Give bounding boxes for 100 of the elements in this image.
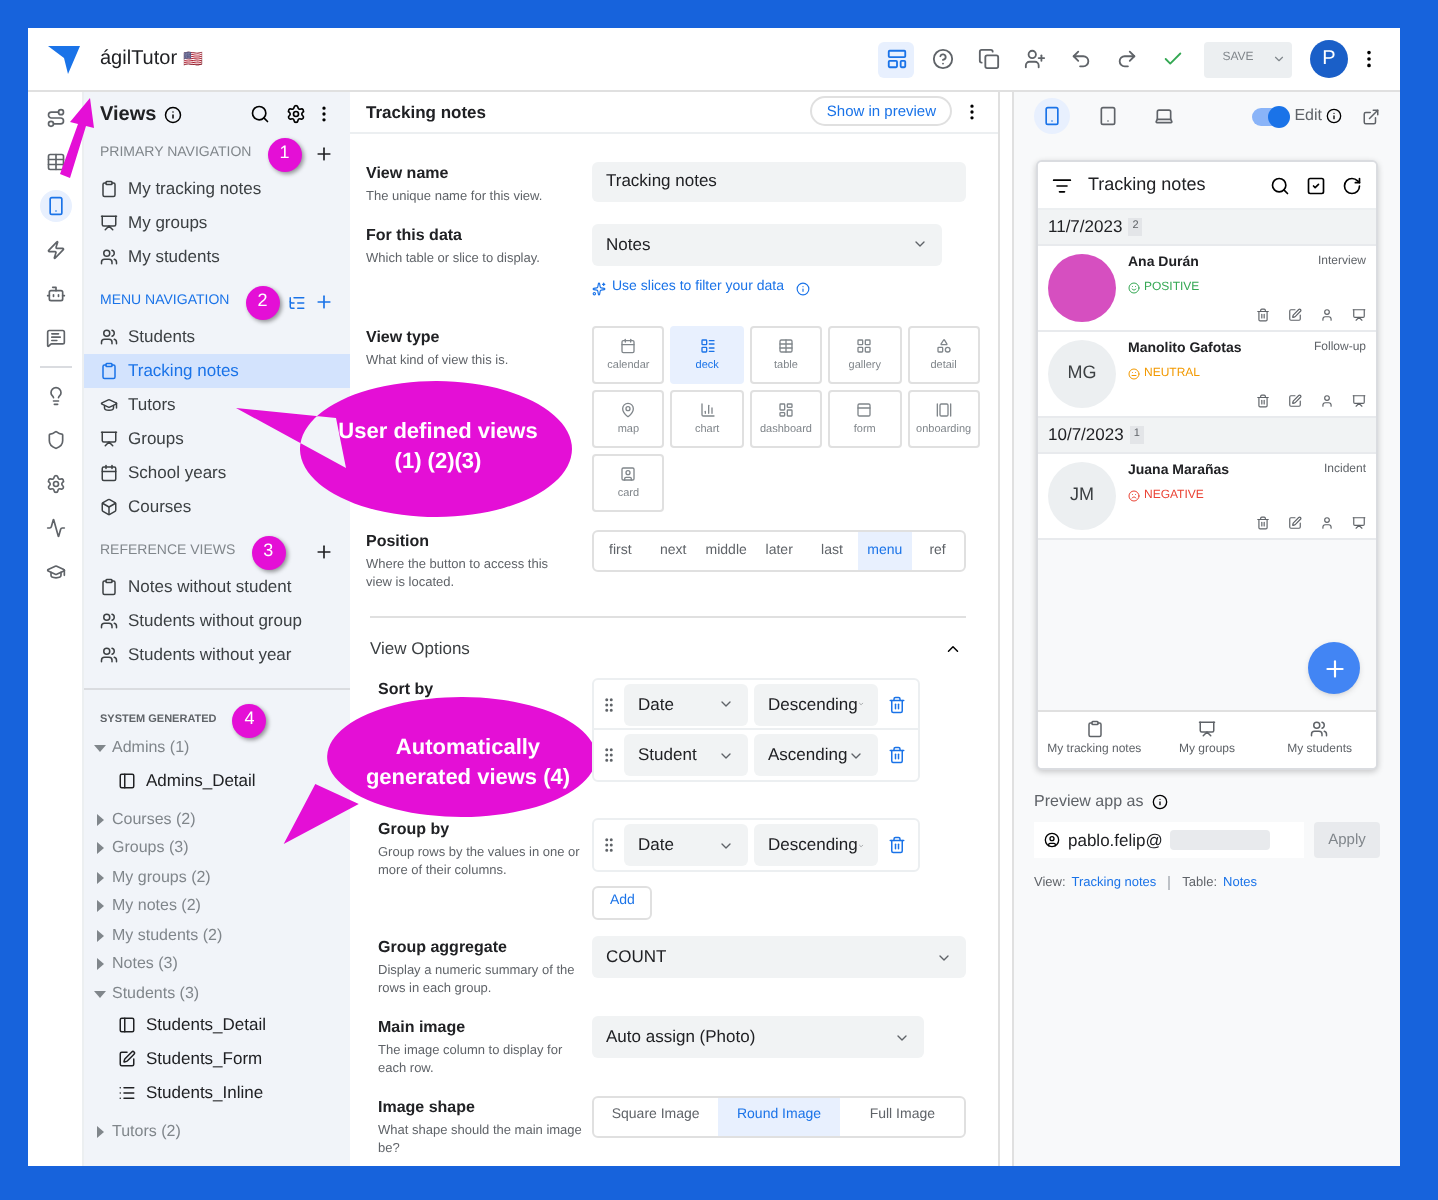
add-icon[interactable] (314, 144, 334, 164)
external-link-icon[interactable] (1362, 107, 1380, 125)
number-marker: 4 (232, 703, 267, 737)
edit-toggle[interactable] (1252, 107, 1289, 125)
sidebar-item[interactable]: Tutors (84, 388, 192, 422)
tree-item[interactable]: Tutors (2) (84, 1118, 191, 1147)
copy-icon (977, 48, 999, 70)
tree-item[interactable]: My notes (2) (84, 892, 211, 921)
views-title: Views (100, 101, 157, 129)
add-icon[interactable] (314, 542, 334, 562)
column-dropdown[interactable]: Date (624, 824, 748, 866)
number-marker: 1 (267, 137, 302, 171)
search-icon[interactable] (1270, 175, 1290, 195)
detail-icon (118, 1016, 136, 1034)
column-dropdown[interactable]: Student (624, 734, 748, 776)
edit-icon[interactable] (1288, 515, 1302, 529)
sidebar-item[interactable]: Students_Detail (84, 1008, 275, 1042)
dashboard-icon (777, 401, 794, 418)
sidebar-item[interactable]: Students without group (84, 604, 318, 638)
bar-chart-icon (699, 401, 716, 418)
users-icon (100, 328, 118, 346)
sidebar-item[interactable]: School years (84, 456, 243, 490)
table-icon (45, 152, 65, 172)
cube-icon (100, 498, 118, 516)
clipboard-icon (100, 362, 118, 380)
info-icon (1151, 794, 1168, 810)
logo-icon (48, 45, 80, 73)
order-dropdown[interactable]: Descending (754, 824, 878, 866)
form-icon (856, 401, 873, 418)
number-marker: 2 (245, 285, 280, 319)
trash-icon[interactable] (888, 746, 906, 764)
sidebar-item[interactable]: Tracking notes (84, 354, 350, 388)
tree-item[interactable]: Notes (3) (84, 950, 188, 979)
trash-icon[interactable] (888, 695, 906, 713)
check-icon (1161, 48, 1183, 70)
person-icon[interactable] (1320, 515, 1334, 529)
user-avatar[interactable]: P (1310, 40, 1348, 78)
trash-icon[interactable] (1256, 307, 1270, 321)
sidebar-item[interactable]: My groups (84, 206, 224, 240)
sidebar-item[interactable]: Notes without student (84, 570, 308, 604)
board-icon[interactable] (1352, 307, 1366, 321)
clipboard-icon (100, 578, 118, 596)
image-dropdown[interactable]: Auto assign (Photo) (592, 1016, 924, 1058)
sidebar-item[interactable]: My students (84, 240, 236, 274)
tablet-icon (1098, 106, 1118, 126)
sidebar-item[interactable]: Admins_Detail (84, 763, 264, 797)
edit-icon[interactable] (1288, 307, 1302, 321)
shapes-icon (935, 337, 952, 354)
trash-icon[interactable] (888, 836, 906, 854)
info-icon (795, 281, 810, 295)
edit-icon[interactable] (1288, 393, 1302, 407)
refresh-icon[interactable] (1342, 175, 1362, 195)
avatar: JM (1048, 462, 1116, 530)
sidebar-item[interactable]: Students_Form (84, 1042, 271, 1076)
column-dropdown[interactable]: Date (624, 683, 748, 725)
calendar-icon (620, 337, 637, 354)
shield-icon (45, 430, 65, 450)
view-name-field[interactable]: Tracking notes (592, 161, 966, 202)
sidebar-item[interactable]: My tracking notes (84, 172, 278, 206)
field-label: Main image (378, 1016, 468, 1040)
reorder-icon[interactable] (288, 293, 306, 311)
map-pin-icon (620, 401, 637, 418)
tree-item[interactable]: My students (2) (84, 921, 233, 950)
order-dropdown[interactable]: Ascending (754, 734, 878, 776)
person-icon[interactable] (1320, 307, 1334, 321)
route-icon (45, 108, 65, 128)
flag-label: 🇺🇸 (183, 47, 204, 71)
edit-icon (118, 1050, 136, 1068)
drag-handle-icon[interactable] (600, 836, 618, 854)
user-email-field[interactable]: pablo.felip@ (1034, 822, 1304, 858)
rail-button[interactable] (39, 190, 71, 222)
sidebar-item[interactable]: Courses (84, 490, 208, 524)
settings-icon[interactable] (286, 104, 306, 124)
add-user-icon (1023, 48, 1045, 70)
board-icon[interactable] (1352, 515, 1366, 529)
search-icon[interactable] (250, 104, 270, 124)
sidebar-item[interactable]: Students (84, 320, 212, 354)
menu-icon[interactable] (1052, 175, 1072, 195)
tree-item[interactable]: Groups (3) (84, 834, 199, 863)
sidebar-item[interactable]: Groups (84, 422, 200, 456)
aggregate-dropdown[interactable]: COUNT (592, 936, 966, 978)
drag-handle-icon[interactable] (600, 746, 618, 764)
drag-handle-icon[interactable] (600, 695, 618, 713)
checkbox-icon[interactable] (1306, 175, 1326, 195)
field-label: Group aggregate (378, 936, 509, 960)
tree-item[interactable]: My groups (2) (84, 863, 221, 892)
tree-item[interactable]: Courses (2) (84, 805, 206, 834)
order-dropdown[interactable]: Descending (754, 683, 878, 725)
person-icon[interactable] (1320, 393, 1334, 407)
sidebar-item[interactable]: Students without year (84, 638, 308, 672)
trash-icon[interactable] (1256, 515, 1270, 529)
trash-icon[interactable] (1256, 393, 1270, 407)
sidebar-item[interactable]: Students_Inline (84, 1076, 272, 1110)
data-dropdown[interactable]: Notes (592, 223, 942, 266)
tree-item[interactable]: Students (3) (84, 979, 210, 1008)
users-icon (1310, 720, 1329, 738)
board-icon[interactable] (1352, 393, 1366, 407)
tree-item[interactable]: Admins (1) (84, 734, 200, 763)
card-icon (620, 465, 637, 482)
add-fab[interactable] (1308, 642, 1360, 694)
